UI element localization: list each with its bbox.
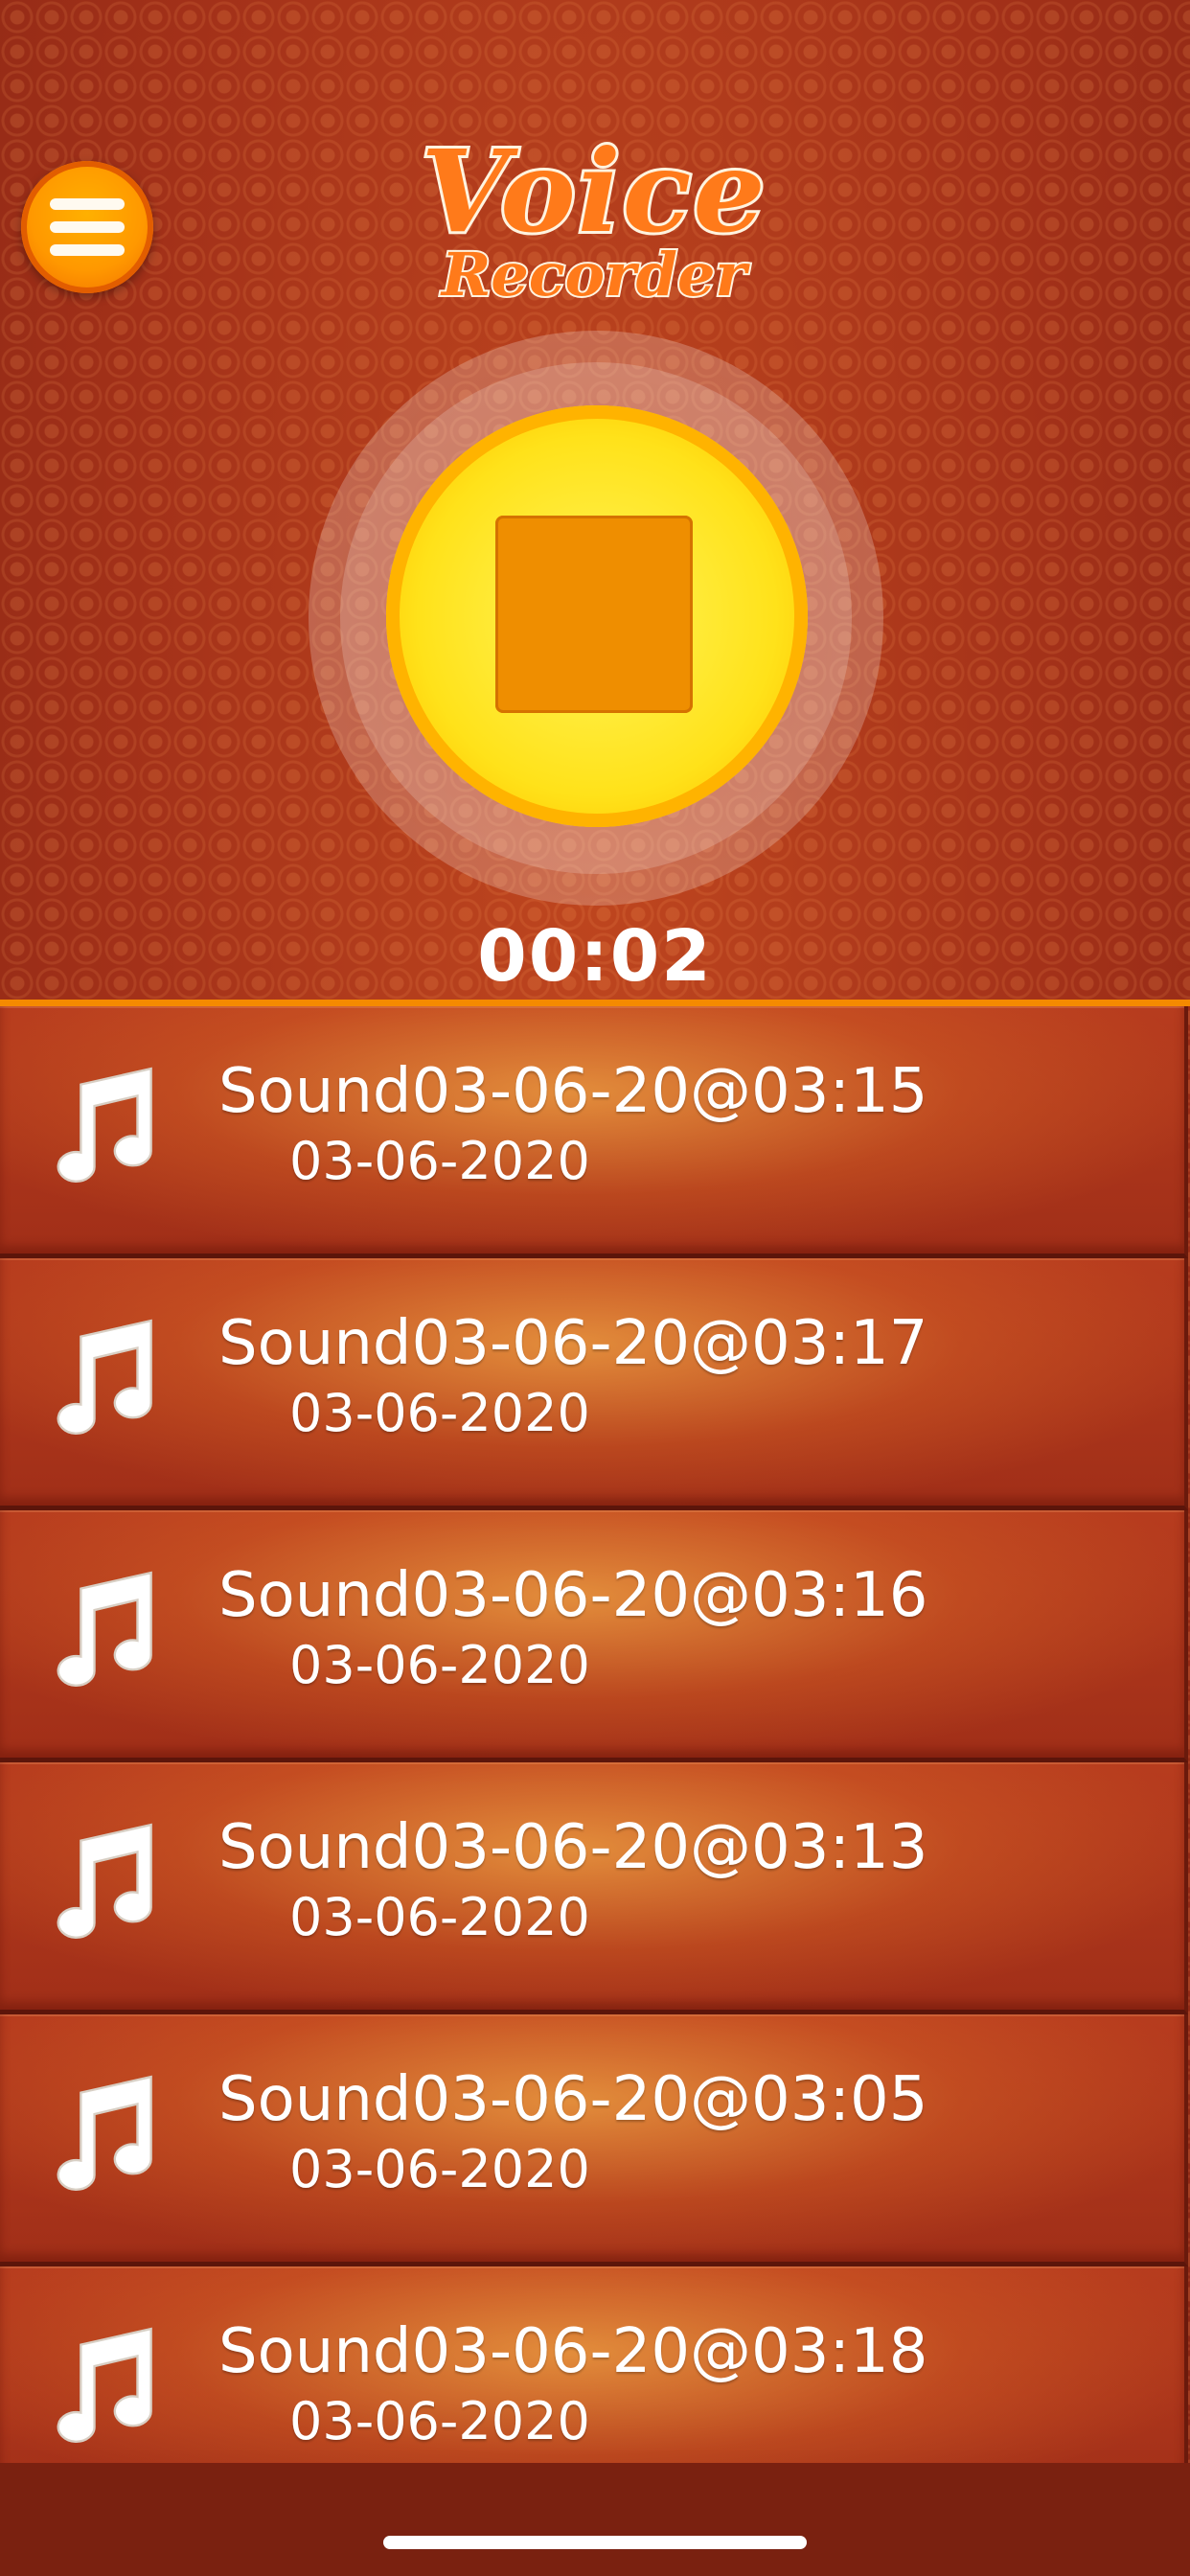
recording-name: Sound03-06-20@03:15 (218, 1056, 928, 1127)
recording-row[interactable]: Sound03-06-20@03:15 03-06-2020 (0, 1006, 1188, 1258)
music-note-icon (57, 1067, 152, 1183)
hamburger-menu-icon (50, 198, 125, 210)
recording-timer: 00:02 (477, 915, 713, 998)
recording-row[interactable]: Sound03-06-20@03:05 03-06-2020 (0, 2014, 1188, 2266)
music-note-icon (57, 2075, 152, 2191)
app-title-line1: Voice (418, 125, 767, 258)
recording-date: 03-06-2020 (289, 2139, 590, 2199)
recording-name: Sound03-06-20@03:05 (218, 2064, 928, 2135)
recording-date: 03-06-2020 (289, 2391, 590, 2451)
bottom-band (0, 2463, 1190, 2576)
music-note-icon (57, 2327, 152, 2443)
recording-row[interactable]: Sound03-06-20@03:16 03-06-2020 (0, 1510, 1188, 1762)
header: Voice Recorder 00:02 (0, 0, 1190, 1001)
app-logo: Voice Recorder (412, 125, 776, 326)
hamburger-menu-icon-bar (50, 221, 125, 233)
divider (0, 1000, 1190, 1006)
app-title-line2: Recorder (440, 240, 748, 310)
recording-date: 03-06-2020 (289, 1635, 590, 1695)
recording-name: Sound03-06-20@03:16 (218, 1560, 928, 1631)
recording-row[interactable]: Sound03-06-20@03:13 03-06-2020 (0, 1762, 1188, 2014)
menu-button[interactable] (21, 161, 153, 293)
stop-icon[interactable] (495, 516, 693, 713)
recording-name: Sound03-06-20@03:13 (218, 1812, 928, 1883)
recordings-list[interactable]: Sound03-06-20@03:15 03-06-2020 Sound03-0… (0, 1006, 1190, 2463)
recording-date: 03-06-2020 (289, 1887, 590, 1947)
recording-row[interactable]: Sound03-06-20@03:17 03-06-2020 (0, 1258, 1188, 1510)
music-note-icon (57, 1319, 152, 1435)
home-indicator[interactable] (383, 2536, 807, 2549)
recording-name: Sound03-06-20@03:17 (218, 1308, 928, 1379)
recording-date: 03-06-2020 (289, 1383, 590, 1443)
recording-date: 03-06-2020 (289, 1131, 590, 1191)
recording-row[interactable]: Sound03-06-20@03:18 03-06-2020 (0, 2266, 1188, 2463)
music-note-icon (57, 1571, 152, 1687)
music-note-icon (57, 1823, 152, 1939)
hamburger-menu-icon-bar (50, 244, 125, 256)
recording-name: Sound03-06-20@03:18 (218, 2316, 928, 2387)
